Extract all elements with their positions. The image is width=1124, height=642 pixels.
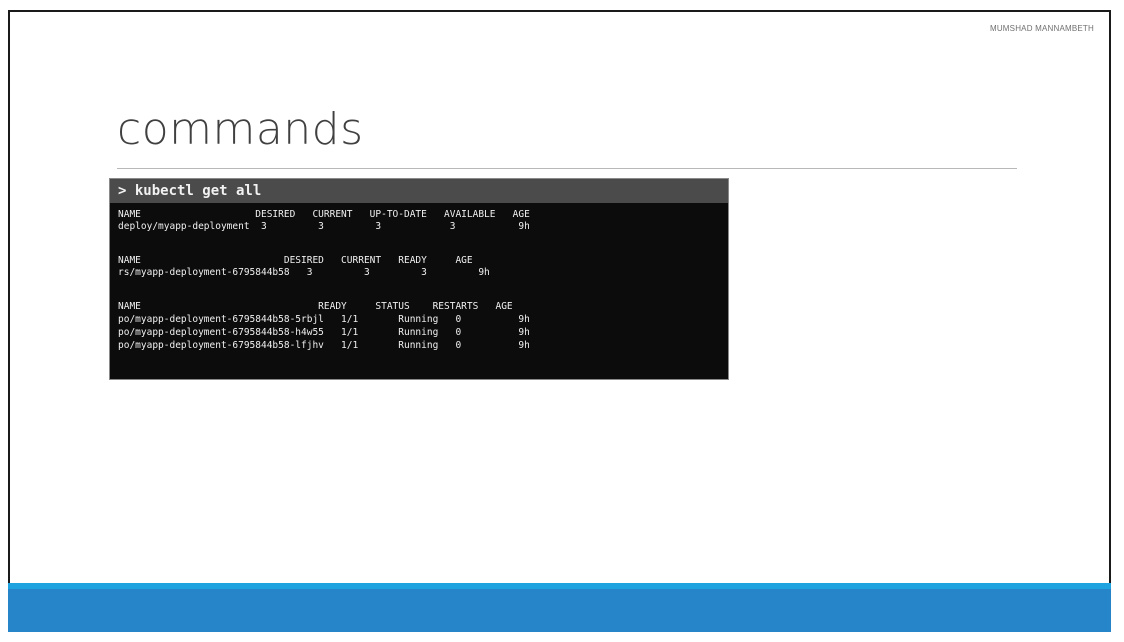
output-line: deploy/myapp-deployment 3 3 3 3 9h (118, 221, 530, 232)
output-line: NAME DESIRED CURRENT UP-TO-DATE AVAILABL… (118, 209, 530, 220)
slide-border-right (1109, 10, 1111, 632)
output-line: po/myapp-deployment-6795844b58-5rbjl 1/1… (118, 314, 530, 325)
slide-border-left (8, 10, 10, 632)
terminal-output: NAME DESIRED CURRENT UP-TO-DATE AVAILABL… (110, 203, 728, 351)
terminal-window: > kubectl get all NAME DESIRED CURRENT U… (109, 178, 729, 380)
title-divider (117, 168, 1017, 169)
author-label: MUMSHAD MANNAMBETH (989, 24, 1094, 33)
output-line: rs/myapp-deployment-6795844b58 3 3 3 9h (118, 267, 490, 278)
output-line: NAME DESIRED CURRENT READY AGE (118, 255, 473, 266)
slide-border-top (8, 10, 1111, 12)
slide-title: commands (117, 104, 364, 155)
terminal-command: > kubectl get all (110, 179, 728, 203)
output-line: po/myapp-deployment-6795844b58-lfjhv 1/1… (118, 340, 530, 351)
slide: MUMSHAD MANNAMBETH commands > kubectl ge… (0, 0, 1124, 642)
footer-bar (8, 589, 1111, 632)
output-line: po/myapp-deployment-6795844b58-h4w55 1/1… (118, 327, 530, 338)
output-line: NAME READY STATUS RESTARTS AGE (118, 301, 513, 312)
